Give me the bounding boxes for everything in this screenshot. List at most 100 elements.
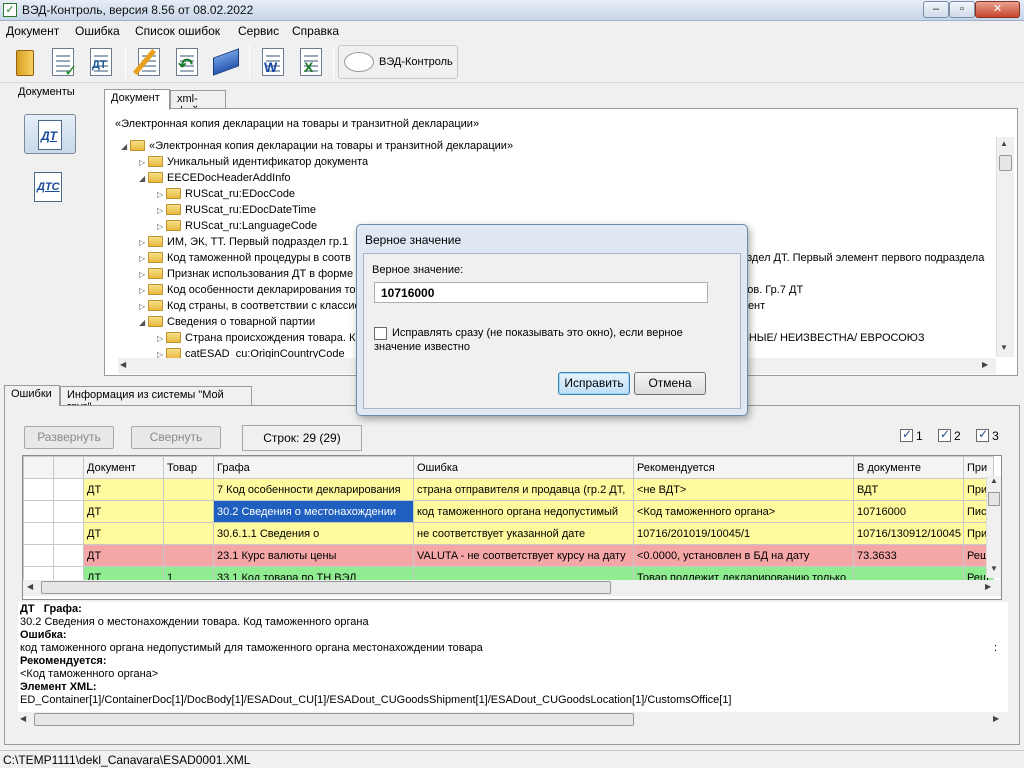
row-selector-cell[interactable]: [53, 522, 84, 545]
check-document-button[interactable]: ✓: [46, 45, 80, 80]
row-selector-cell[interactable]: [23, 500, 54, 523]
row-selector-cell[interactable]: [23, 544, 54, 567]
book-button[interactable]: [208, 45, 242, 79]
fix-button[interactable]: Исправить: [558, 372, 630, 395]
expand-button[interactable]: Развернуть: [24, 426, 114, 449]
cell-doc[interactable]: ДТ: [83, 544, 164, 567]
dt-document-button[interactable]: ДТ: [24, 114, 76, 154]
col-document[interactable]: Документ: [83, 456, 164, 479]
cell-field[interactable]: 30.2 Сведения о местонахождении: [213, 500, 414, 523]
col-error[interactable]: Ошибка: [413, 456, 634, 479]
tree-node[interactable]: ▷ RUScat_ru:EDocCode: [157, 186, 295, 202]
menu-service[interactable]: Сервис: [238, 24, 279, 38]
grid-scroll-thumb[interactable]: [988, 492, 1000, 506]
expand-arrow-icon[interactable]: ▷: [139, 267, 148, 283]
collapse-arrow-icon[interactable]: ◢: [139, 315, 148, 331]
cell-rec[interactable]: <не ВДТ>: [633, 478, 854, 501]
row-selector-cell[interactable]: [23, 478, 54, 501]
expand-arrow-icon[interactable]: ▷: [157, 219, 166, 235]
cell-indoc[interactable]: 10716000: [853, 500, 964, 523]
error-row[interactable]: ДТ 23.1 Курс валюты цены VALUTA - не соотв…: [23, 544, 994, 567]
row-selector-cell[interactable]: [53, 478, 84, 501]
col-item[interactable]: Товар: [163, 456, 214, 479]
col-in-document[interactable]: В документе: [853, 456, 964, 479]
tab-xml-file[interactable]: xml-файл: [170, 90, 226, 117]
row-selector-cell[interactable]: [23, 522, 54, 545]
cell-item[interactable]: [163, 544, 214, 567]
export-excel-button[interactable]: X: [294, 45, 328, 79]
filter-2-checkbox[interactable]: 2: [938, 427, 961, 443]
cell-item[interactable]: [163, 500, 214, 523]
cell-rec[interactable]: <0.0000, установлен в БД на дату: [633, 544, 854, 567]
col-field[interactable]: Графа: [213, 456, 414, 479]
cancel-button[interactable]: Отмена: [634, 372, 706, 395]
filter-1-checkbox[interactable]: 1: [900, 427, 923, 443]
tree-node[interactable]: ◢ EECEDocHeaderAddInfo: [139, 170, 291, 186]
filter-3-checkbox[interactable]: 3: [976, 427, 999, 443]
tree-node[interactable]: ▷ Уникальный идентификатор документа: [139, 154, 368, 170]
cell-rec[interactable]: 10716/201019/10045/1: [633, 522, 854, 545]
menu-error[interactable]: Ошибка: [75, 24, 120, 38]
details-horizontal-scrollbar[interactable]: ◀ ▶: [18, 712, 1008, 728]
cell-indoc[interactable]: ВДТ: [853, 478, 964, 501]
correct-value-input[interactable]: [374, 282, 708, 303]
cell-field[interactable]: 7 Код особенности декларирования: [213, 478, 414, 501]
error-row[interactable]: ДТ 7 Код особенности декларирования страна…: [23, 478, 994, 501]
maximize-button[interactable]: ▫: [949, 1, 975, 18]
col-recommended[interactable]: Рекомендуется: [633, 456, 854, 479]
cell-item[interactable]: [163, 478, 214, 501]
tree-node[interactable]: ▷ Страна происхождения товара. К: [157, 330, 355, 346]
cell-rec[interactable]: <Код таможенного органа>: [633, 500, 854, 523]
collapse-arrow-icon[interactable]: ◢: [139, 171, 148, 187]
row-selector-cell[interactable]: [53, 500, 84, 523]
cell-error[interactable]: не соответствует указанной дате: [413, 522, 634, 545]
cell-doc[interactable]: ДТ: [83, 478, 164, 501]
expand-arrow-icon[interactable]: ▷: [139, 299, 148, 315]
cell-indoc[interactable]: 10716/130912/10045: [853, 522, 964, 545]
tab-document[interactable]: Документ: [104, 89, 170, 110]
menu-document[interactable]: Документ: [6, 24, 59, 38]
cell-error[interactable]: страна отправителя и продавца (гр.2 ДТ,: [413, 478, 634, 501]
cell-field[interactable]: 23.1 Курс валюты цены: [213, 544, 414, 567]
error-row[interactable]: ДТ 30.2 Сведения о местонахождении код там…: [23, 500, 994, 523]
cell-error[interactable]: код таможенного органа недопустимый: [413, 500, 634, 523]
tree-node[interactable]: ▷ Код страны, в соответствии с классис: [139, 298, 360, 314]
expand-arrow-icon[interactable]: ▷: [139, 155, 148, 171]
tree-vertical-scrollbar[interactable]: ▲ ▼: [996, 137, 1014, 357]
tree-node[interactable]: ▷ Код особенности декларирования то: [139, 282, 356, 298]
export-word-button[interactable]: W: [256, 45, 290, 79]
open-folder-button[interactable]: [8, 45, 42, 79]
tab-errors[interactable]: Ошибки: [4, 385, 60, 406]
error-row[interactable]: ДТ 30.6.1.1 Сведения о не соответствует ук…: [23, 522, 994, 545]
grid-horizontal-scrollbar[interactable]: ◀ ▶: [23, 580, 1001, 596]
expand-arrow-icon[interactable]: ▷: [139, 283, 148, 299]
row-selector-cell[interactable]: [53, 544, 84, 567]
menu-help[interactable]: Справка: [292, 24, 339, 38]
dtc-document-button[interactable]: ДТС: [34, 172, 62, 202]
grid-vertical-scrollbar[interactable]: ▲ ▼: [986, 476, 1001, 578]
ved-control-button[interactable]: ВЭД-Контроль: [338, 45, 458, 79]
minimize-button[interactable]: –: [923, 1, 949, 18]
cell-field[interactable]: 30.6.1.1 Сведения о: [213, 522, 414, 545]
menu-error-list[interactable]: Список ошибок: [135, 24, 220, 38]
cell-doc[interactable]: ДТ: [83, 500, 164, 523]
tree-node[interactable]: ▷ RUScat_ru:EDocDateTime: [157, 202, 316, 218]
close-button[interactable]: ✕: [975, 1, 1020, 18]
tree-node[interactable]: ◢ «Электронная копия декларации на товары…: [121, 138, 513, 154]
grid-hscroll-thumb[interactable]: [41, 581, 611, 594]
expand-arrow-icon[interactable]: ▷: [157, 331, 166, 347]
tab-my-cargo[interactable]: Информация из системы "Мой груз": [60, 386, 252, 413]
tree-scroll-thumb[interactable]: [999, 155, 1012, 171]
expand-arrow-icon[interactable]: ▷: [157, 187, 166, 203]
tree-node[interactable]: ▷ RUScat_ru:LanguageCode: [157, 218, 317, 234]
expand-arrow-icon[interactable]: ▷: [139, 235, 148, 251]
edit-button[interactable]: [132, 45, 166, 79]
cell-doc[interactable]: ДТ: [83, 522, 164, 545]
tree-node[interactable]: ▷ Признак использования ДТ в форме з: [139, 266, 361, 282]
dt-button[interactable]: ДТ: [84, 45, 118, 79]
tree-node[interactable]: ▷ ИМ, ЭК, ТТ. Первый подраздел гр.1: [139, 234, 348, 250]
tree-node[interactable]: ◢ Сведения о товарной партии: [139, 314, 315, 330]
cell-indoc[interactable]: 73.3633: [853, 544, 964, 567]
cell-item[interactable]: [163, 522, 214, 545]
expand-arrow-icon[interactable]: ▷: [139, 251, 148, 267]
